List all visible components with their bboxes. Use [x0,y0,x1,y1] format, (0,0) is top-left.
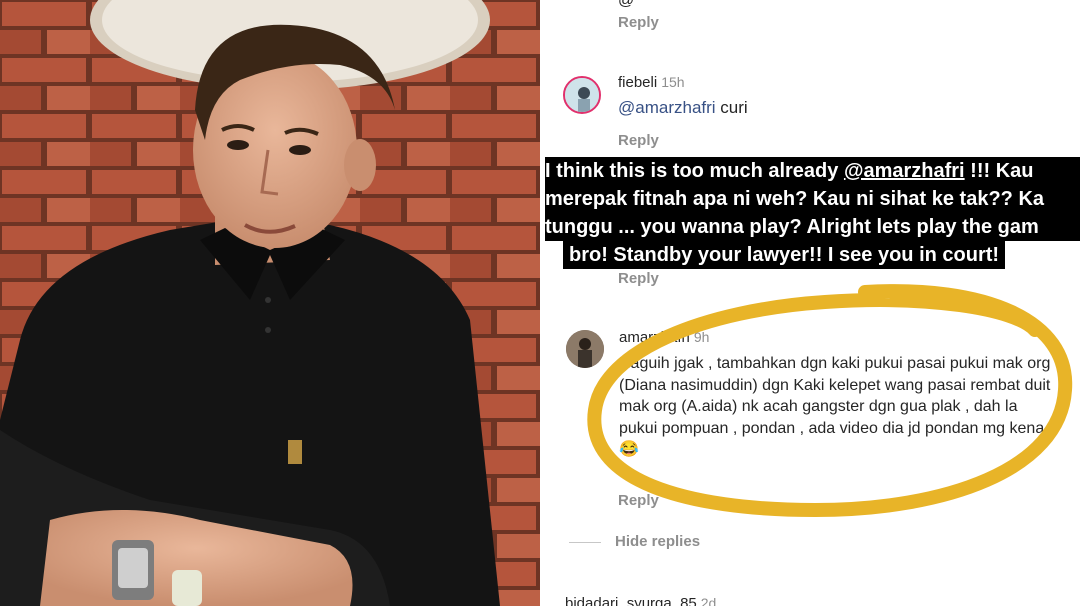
caption-line: I think this is too much already @amarzh… [545,157,1080,185]
reply-link[interactable]: Reply [618,14,659,31]
comment-text: Haguih jgak , tambahkan dgn kaki pukui p… [619,355,1051,458]
avatar[interactable] [563,76,601,114]
username[interactable]: amarzhafri [619,329,690,346]
reply-link[interactable]: Reply [618,132,659,149]
story-caption-overlay: I think this is too much already @amarzh… [545,157,1080,269]
divider-line [569,542,601,543]
mention-link[interactable]: @amarzhafri [618,98,716,117]
username[interactable]: fiebeli [618,74,657,91]
username[interactable]: bidadari_syurga_85 [565,595,697,606]
caption-text: !!! Kau [964,160,1034,182]
comments-panel: @ Reply fiebeli 15h @amarzhafri curi Repl… [545,0,1080,606]
timestamp: 2d [700,595,717,606]
avatar-image [566,330,604,368]
reply-link[interactable]: Reply [618,270,659,287]
man-portrait-photo [0,0,540,606]
caption-line: bro! Standby your lawyer!! I see you in … [563,241,1006,269]
avatar[interactable] [566,330,604,368]
comment-header: bidadari_syurga_85 2d [565,595,716,606]
avatar-image [565,78,599,112]
hide-replies-button[interactable]: Hide replies [615,533,700,550]
comment-text: @amarzhafri curi [618,98,748,118]
reply-link[interactable]: Reply [618,492,659,509]
caption-line: merepak fitnah apa ni weh? Kau ni sihat … [545,185,1080,213]
caption-line: tunggu ... you wanna play? Alright lets … [545,213,1080,241]
caption-mention: @amarzhafri [843,160,965,182]
comment-header: fiebeli 15h [618,74,685,92]
comment-body: curi [715,98,748,117]
comment-header: amarzhafri 9h [619,329,709,347]
timestamp: 9h [693,329,710,345]
photo-panel [0,0,540,606]
timestamp: 15h [661,74,685,90]
caption-text: I think this is too much already [545,160,844,182]
cut-off-comment-text: @ [618,0,635,9]
